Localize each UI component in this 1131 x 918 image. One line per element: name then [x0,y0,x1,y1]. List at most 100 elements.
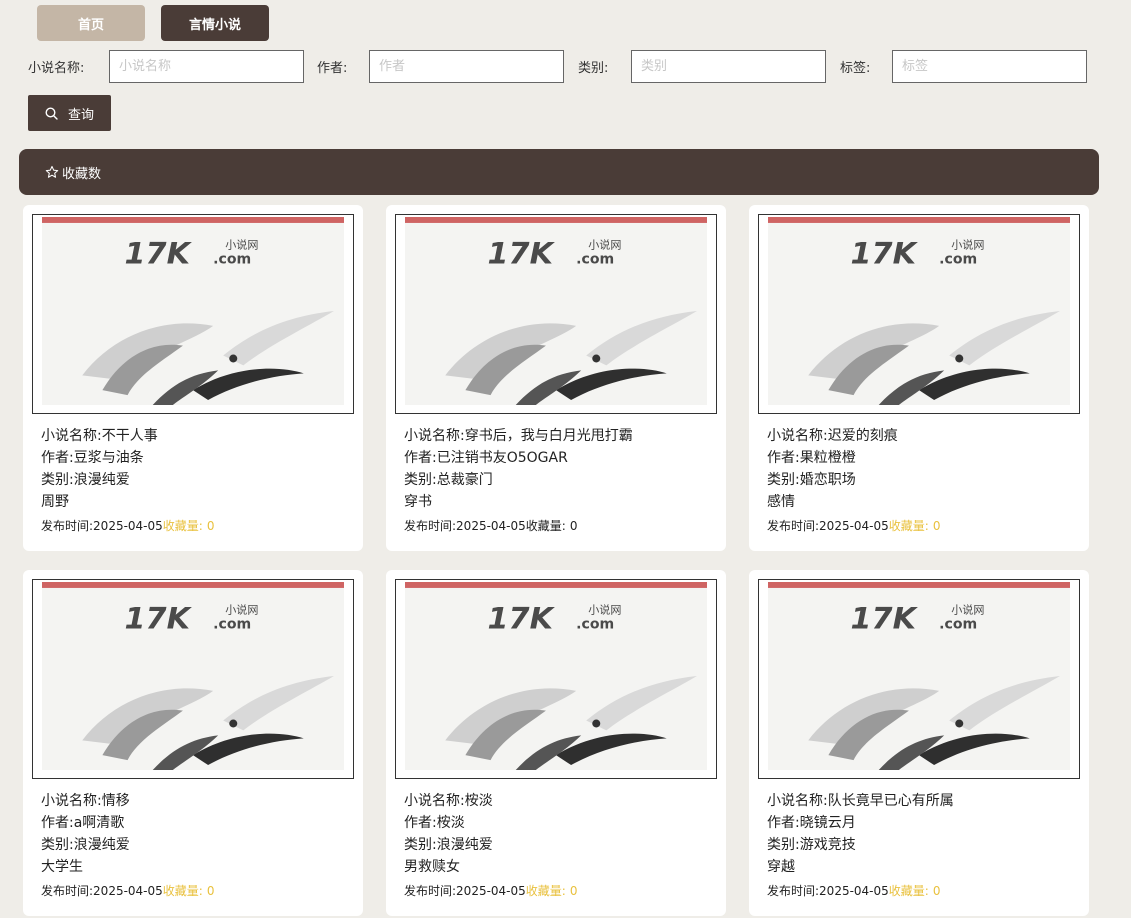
favorite-count: 0 [569,884,578,898]
tag-label: 标签: [840,61,871,76]
search-icon [45,106,58,120]
cover-logo-main: 17K [125,237,193,272]
publish-date-label: 发布时间: [41,884,94,898]
author-input[interactable] [369,50,564,83]
novel-grid: 17K 小说网 .com 小说名称:不干人事 作者:豆浆与油条 类别:浪漫纯爱 … [23,205,1089,916]
novel-cover-image[interactable]: 17K 小说网 .com [395,579,717,779]
novel-meta: 发布时间:2025-04-05收藏量: 0 [404,516,717,536]
cover-art: 17K 小说网 .com [405,217,707,405]
novel-tag: 男救赎女 [404,859,460,875]
novel-tag: 穿越 [767,859,795,875]
favorite-count: 0 [932,884,941,898]
novel-cover-image[interactable]: 17K 小说网 .com [32,579,354,779]
category-label: 类别: [578,61,609,76]
novel-meta: 发布时间:2025-04-05收藏量: 0 [767,881,1080,901]
publish-date-label: 发布时间: [767,519,820,533]
cover-logo-sub-bottom: .com [213,252,251,268]
cover-logo-main: 17K [488,237,556,272]
novel-author: 作者:a啊清歌 [41,815,125,831]
novel-meta: 发布时间:2025-04-05收藏量: 0 [404,881,717,901]
favorite-count-label: 收藏量: [888,519,929,533]
novel-card[interactable]: 17K 小说网 .com 小说名称:情移 作者:a啊清歌 类别:浪漫纯爱 大学生… [23,570,363,916]
novel-card[interactable]: 17K 小说网 .com 小说名称:穿书后，我与白月光甩打霸 作者:已注销书友O… [386,205,726,551]
favorite-count-label: 收藏量: [888,884,929,898]
novel-title: 小说名称:情移 [41,793,130,809]
category-input[interactable] [631,50,826,83]
novel-category: 类别:浪漫纯爱 [41,837,130,853]
publish-date-label: 发布时间: [767,884,820,898]
novel-card[interactable]: 17K 小说网 .com 小说名称:不干人事 作者:豆浆与油条 类别:浪漫纯爱 … [23,205,363,551]
publish-date-label: 发布时间: [41,519,94,533]
cover-banner [768,217,1070,223]
novel-author: 作者:豆浆与油条 [41,450,144,466]
cover-logo-sub-top: 小说网 [588,238,621,252]
cover-logo-main: 17K [851,602,919,637]
novel-category: 类别:婚恋职场 [767,472,856,488]
novel-meta: 发布时间:2025-04-05收藏量: 0 [41,881,354,901]
cover-logo-sub-bottom: .com [576,617,614,633]
cover-logo-main: 17K [851,237,919,272]
novel-author: 作者:果粒橙橙 [767,450,856,466]
cover-logo-sub-bottom: .com [939,252,977,268]
novel-card[interactable]: 17K 小说网 .com 小说名称:队长竟早已心有所属 作者:晓镜云月 类别:游… [749,570,1089,916]
novel-name-input[interactable] [109,50,304,83]
sort-label: 收藏数 [62,166,102,182]
novel-title: 小说名称:队长竟早已心有所属 [767,793,954,809]
publish-date: 2025-04-05 [456,884,526,898]
cover-banner [42,582,344,588]
novel-category: 类别:浪漫纯爱 [41,472,130,488]
novel-tag: 周野 [41,494,69,510]
sort-bar: 收藏数 [19,149,1099,195]
novel-cover-image[interactable]: 17K 小说网 .com [758,579,1080,779]
search-button[interactable]: 查询 [28,95,111,131]
novel-info: 小说名称:穿书后，我与白月光甩打霸 作者:已注销书友O5OGAR 类别:总裁豪门… [395,414,717,536]
cover-art: 17K 小说网 .com [42,217,344,405]
novel-cover-image[interactable]: 17K 小说网 .com [32,214,354,414]
novel-info: 小说名称:不干人事 作者:豆浆与油条 类别:浪漫纯爱 周野 发布时间:2025-… [32,414,354,536]
novel-card[interactable]: 17K 小说网 .com 小说名称:桉淡 作者:桉淡 类别:浪漫纯爱 男救赎女 … [386,570,726,916]
cover-logo-sub-top: 小说网 [951,603,984,617]
cover-banner [42,217,344,223]
cover-logo-sub-bottom: .com [939,617,977,633]
star-outline-icon [45,165,59,178]
novel-info: 小说名称:队长竟早已心有所属 作者:晓镜云月 类别:游戏竞技 穿越 发布时间:2… [758,779,1080,901]
favorite-count: 0 [206,884,215,898]
novel-title: 小说名称:不干人事 [41,428,158,444]
cover-banner [405,217,707,223]
filter-bar: 小说名称: 作者: 类别: 标签: [28,50,1087,83]
author-label: 作者: [317,61,348,76]
novel-tag: 大学生 [41,859,83,875]
novel-tag: 穿书 [404,494,432,510]
sort-by-favorites-button[interactable]: 收藏数 [45,163,101,182]
cover-art: 17K 小说网 .com [405,582,707,770]
cover-banner [405,582,707,588]
publish-date: 2025-04-05 [93,884,163,898]
cover-logo-sub-top: 小说网 [951,238,984,252]
cover-art: 17K 小说网 .com [42,582,344,770]
favorite-count-label: 收藏量: [525,519,566,533]
cover-logo-sub-top: 小说网 [225,238,258,252]
novel-cover-image[interactable]: 17K 小说网 .com [758,214,1080,414]
novel-author: 作者:晓镜云月 [767,815,856,831]
novel-category: 类别:游戏竞技 [767,837,856,853]
favorite-count: 0 [206,519,215,533]
tab-romance-novels[interactable]: 言情小说 [161,5,269,41]
favorite-count-label: 收藏量: [525,884,566,898]
novel-meta: 发布时间:2025-04-05收藏量: 0 [41,516,354,536]
novel-cover-image[interactable]: 17K 小说网 .com [395,214,717,414]
cover-logo-main: 17K [125,602,193,637]
novel-category: 类别:浪漫纯爱 [404,837,493,853]
publish-date: 2025-04-05 [93,519,163,533]
tab-home[interactable]: 首页 [37,5,145,41]
publish-date: 2025-04-05 [819,884,889,898]
publish-date-label: 发布时间: [404,519,457,533]
publish-date: 2025-04-05 [456,519,526,533]
novel-card[interactable]: 17K 小说网 .com 小说名称:迟爱的刻痕 作者:果粒橙橙 类别:婚恋职场 … [749,205,1089,551]
search-button-label: 查询 [67,107,94,123]
cover-logo-main: 17K [488,602,556,637]
novel-info: 小说名称:情移 作者:a啊清歌 类别:浪漫纯爱 大学生 发布时间:2025-04… [32,779,354,901]
cover-logo-sub-bottom: .com [213,617,251,633]
favorite-count: 0 [932,519,941,533]
novel-category: 类别:总裁豪门 [404,472,493,488]
tag-input[interactable] [892,50,1087,83]
